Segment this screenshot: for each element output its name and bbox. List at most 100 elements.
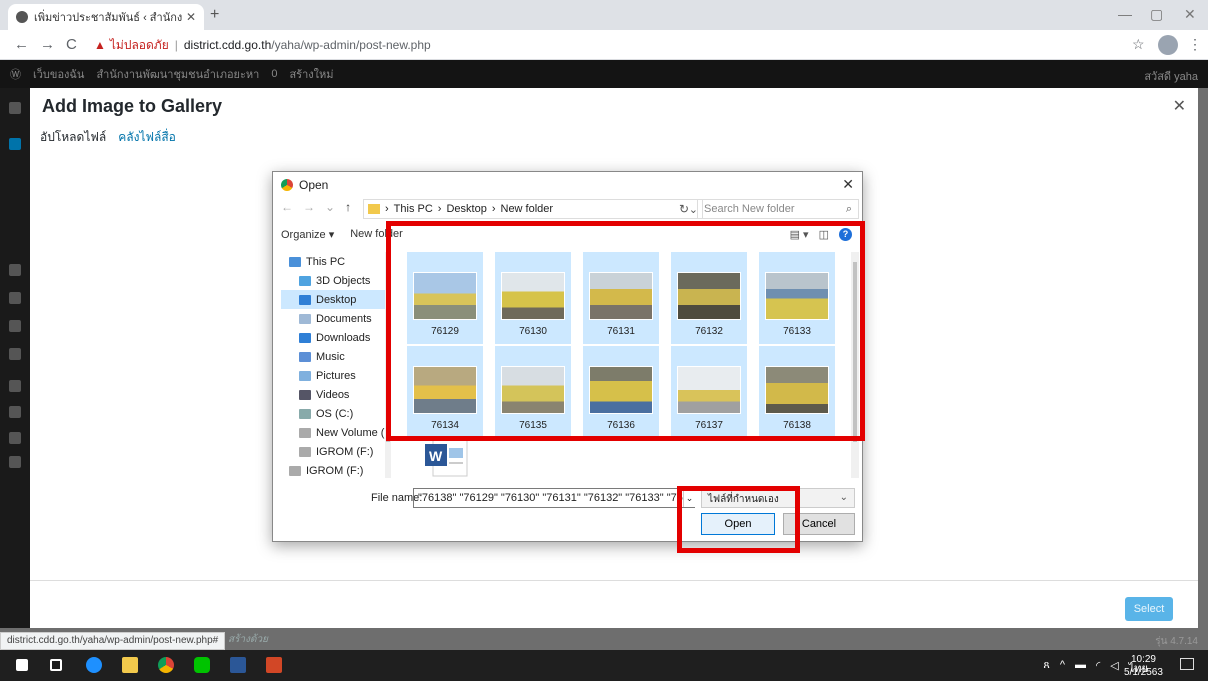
reload-icon[interactable]: C [66,36,77,53]
breadcrumb-desktop[interactable]: Desktop [446,203,486,215]
browser-tab[interactable]: เพิ่มข่าวประชาสัมพันธ์ ‹ สำนักงานพัฒ ✕ [8,4,204,30]
tools-icon[interactable] [9,380,21,392]
view-options-icon[interactable]: ▤ ▾ [790,228,809,241]
wifi-icon[interactable]: ◜ [1096,659,1100,677]
chevron-down-icon[interactable]: ⌄ [683,489,695,507]
chrome-icon[interactable] [158,657,174,673]
file-explorer-icon[interactable] [122,657,138,673]
tree-item-desktop[interactable]: Desktop [281,290,385,309]
minimize-icon[interactable]: — [1118,6,1132,22]
url-host: district.cdd.go.th [183,38,272,52]
file-item[interactable]: 76138 [759,346,835,438]
file-item[interactable]: 76129 [407,252,483,344]
bookmark-star-icon[interactable]: ☆ [1132,36,1145,53]
organize-button[interactable]: Organize ▾ [281,228,334,241]
new-tab-icon[interactable]: + [210,6,219,24]
file-name-input[interactable]: "76138" "76129" "76130" "76131" "76132" … [413,488,695,508]
preview-pane-icon[interactable]: ◫ [819,228,829,241]
pin-icon[interactable] [9,320,21,332]
back-icon[interactable]: ← [281,200,293,214]
tab-upload-files[interactable]: อัปโหลดไฟล์ [40,128,106,147]
word-document-icon[interactable]: W [423,436,471,478]
file-item[interactable]: 76133 [759,252,835,344]
settings-icon[interactable] [9,432,21,444]
profile-avatar[interactable] [1158,35,1178,55]
pages-icon[interactable] [9,348,21,360]
open-button[interactable]: Open [701,513,775,535]
chevron-up-icon[interactable]: ^ [1060,659,1065,677]
task-view-icon[interactable] [50,659,62,671]
wordpress-logo-icon[interactable]: Ⓦ [10,66,21,82]
refresh-icon[interactable]: ↻ [679,202,689,216]
tree-item-videos[interactable]: Videos [281,385,385,404]
tree-item-downloads[interactable]: Downloads [281,328,385,347]
modal-tabs: อัปโหลดไฟล์ คลังไฟล์สื่อ [40,128,176,147]
file-item[interactable]: 76136 [583,346,659,438]
tree-scrollbar-thumb[interactable] [386,332,390,442]
pin-icon[interactable] [9,264,21,276]
people-icon[interactable]: ጸ [1043,659,1049,677]
window-close-icon[interactable]: ✕ [1184,6,1196,23]
new-folder-button[interactable]: New folder [350,228,403,241]
windows-start-icon[interactable] [16,659,28,671]
file-item[interactable]: 76130 [495,252,571,344]
taskbar-clock[interactable]: 10:29 5/1/2563 [1124,653,1163,679]
chevron-down-icon[interactable]: ⌄ [325,200,335,214]
tree-scrollbar[interactable] [385,252,391,478]
help-icon[interactable]: ? [839,228,852,241]
footer-credit: สร้างด้วย [228,634,268,645]
tree-item-igrom-f-root[interactable]: IGROM (F:) [281,461,385,478]
tree-item-this-pc[interactable]: This PC [281,252,385,271]
admin-bar-my-sites[interactable]: เว็บของฉัน [33,65,84,83]
close-tab-icon[interactable]: ✕ [186,10,196,24]
tab-media-library[interactable]: คลังไฟล์สื่อ [118,128,176,147]
tree-item-documents[interactable]: Documents [281,309,385,328]
dashboard-icon[interactable] [9,102,21,114]
files-scrollbar-thumb[interactable] [853,262,857,442]
address-bar[interactable]: ▲ ไม่ปลอดภัย | district.cdd.go.th /yaha/… [94,34,1114,56]
file-item[interactable]: 76135 [495,346,571,438]
forward-icon[interactable]: → [303,200,315,214]
up-icon[interactable]: ↑ [345,200,351,214]
breadcrumb-new-folder[interactable]: New folder [501,203,554,215]
word-icon[interactable] [230,657,246,673]
pin-icon[interactable] [9,292,21,304]
close-icon[interactable]: ✕ [1173,96,1186,116]
powerpoint-icon[interactable] [266,657,282,673]
back-icon[interactable]: ← [14,36,29,53]
posts-icon[interactable] [9,138,21,150]
file-item[interactable]: 76134 [407,346,483,438]
file-item[interactable]: 76131 [583,252,659,344]
tree-item-igrom-f[interactable]: IGROM (F:) [281,442,385,461]
cancel-button[interactable]: Cancel [783,513,855,535]
file-type-select[interactable]: ไฟล์ที่กำหนดเอง ⌄ [701,488,855,508]
files-scrollbar[interactable] [851,252,859,478]
collapse-icon[interactable] [9,456,21,468]
line-icon[interactable] [194,657,210,673]
breadcrumb-this-pc[interactable]: This PC [394,203,433,215]
admin-bar-user[interactable]: สวัสดี yaha [1144,67,1198,85]
search-input[interactable]: Search New folder ⌕ [697,199,859,219]
maximize-icon[interactable]: ▢ [1150,6,1163,23]
breadcrumb[interactable]: › This PC › Desktop › New folder ⌄ [363,199,703,219]
tree-item-music[interactable]: Music [281,347,385,366]
tree-item-pictures[interactable]: Pictures [281,366,385,385]
menu-icon[interactable]: ⋮ [1188,36,1202,53]
select-button[interactable]: Select [1125,597,1173,621]
url-separator: | [174,38,178,52]
admin-bar-new[interactable]: สร้างใหม่ [289,65,333,83]
notification-icon[interactable] [1180,658,1194,670]
tree-item-3d-objects[interactable]: 3D Objects [281,271,385,290]
battery-icon[interactable]: ▬ [1075,659,1086,677]
file-item[interactable]: 76137 [671,346,747,438]
dialog-close-icon[interactable]: ✕ [842,176,854,193]
volume-icon[interactable]: ◁ [1110,659,1118,677]
edge-icon[interactable] [86,657,102,673]
users-icon[interactable] [9,406,21,418]
tree-item-new-volume-d[interactable]: New Volume (D: [281,423,385,442]
admin-bar-site-name[interactable]: สำนักงานพัฒนาชุมชนอำเภอยะหา [96,65,259,83]
file-item[interactable]: 76132 [671,252,747,344]
forward-icon[interactable]: → [40,36,55,53]
admin-bar-comments[interactable]: 0 [271,68,277,80]
tree-item-os-c[interactable]: OS (C:) [281,404,385,423]
